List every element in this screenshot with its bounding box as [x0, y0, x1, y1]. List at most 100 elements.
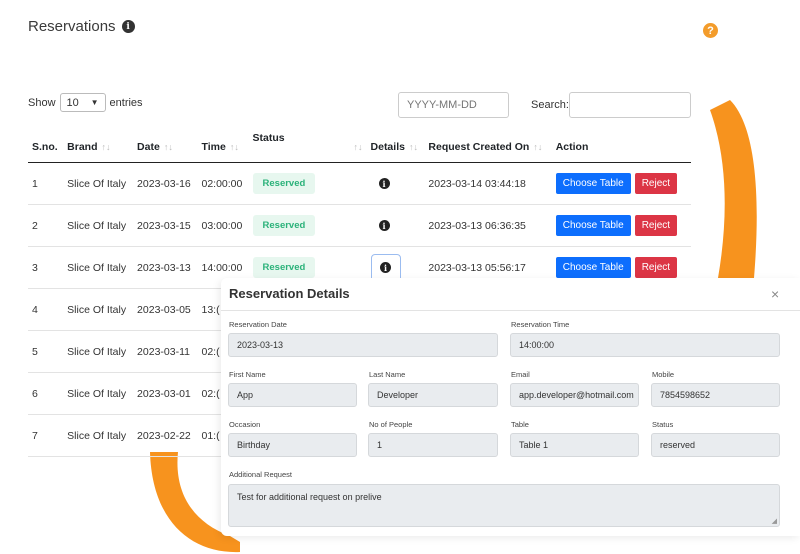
cell-sno: 7 — [28, 414, 64, 457]
mobile-field[interactable]: 7854598652 — [651, 383, 780, 407]
cell-brand: Slice Of Italy — [63, 414, 134, 457]
table-field[interactable]: Table 1 — [510, 433, 639, 457]
cell-brand: Slice Of Italy — [63, 246, 134, 289]
cell-brand: Slice Of Italy — [63, 372, 134, 415]
cell-date: 2023-03-16 — [133, 162, 198, 205]
table-row: 1 Slice Of Italy 2023-03-16 02:00:00 Res… — [28, 162, 691, 205]
cell-brand: Slice Of Italy — [63, 162, 134, 205]
column-header-time[interactable]: Time ↑↓ — [197, 132, 249, 163]
people-label: No of People — [369, 420, 413, 429]
choose-table-button[interactable]: Choose Table — [555, 257, 631, 278]
cell-created: 2023-03-14 03:44:18 — [424, 162, 552, 205]
cell-date: 2023-02-22 — [133, 414, 198, 457]
cell-details: i — [366, 162, 425, 205]
details-info-icon[interactable]: i — [378, 220, 390, 231]
choose-table-button[interactable]: Choose Table — [555, 215, 631, 236]
cell-status: Reserved — [248, 204, 367, 247]
email-field[interactable]: app.developer@hotmail.com — [510, 383, 639, 407]
choose-table-button[interactable]: Choose Table — [555, 173, 631, 194]
reservations-page: Reservations i ? Show 10 ▼ entries Searc… — [0, 0, 800, 554]
cell-time: 03:00:00 — [197, 204, 249, 247]
reject-button[interactable]: Reject — [634, 173, 678, 194]
additional-request-label: Additional Request — [229, 470, 292, 479]
status-badge: Reserved — [252, 215, 316, 236]
reservation-details-modal: Reservation Details × Reservation Date 2… — [221, 278, 800, 536]
table-header-row: S.no. Brand ↑↓ Date ↑↓ Time ↑↓ Status ↑↓ Det… — [28, 132, 691, 163]
date-filter-input[interactable] — [398, 92, 509, 118]
cell-time: 02:00:00 — [197, 162, 249, 205]
cell-action: Choose Table Reject — [551, 204, 691, 247]
search-label: Search: — [531, 99, 569, 111]
cell-created: 2023-03-13 06:36:35 — [424, 204, 552, 247]
cell-status: Reserved — [248, 162, 367, 205]
first-name-label: First Name — [229, 370, 266, 379]
status-badge: Reserved — [252, 257, 316, 278]
table-label: Table — [511, 420, 529, 429]
occasion-label: Occasion — [229, 420, 261, 429]
reservation-time-field[interactable]: 14:00:00 — [510, 333, 780, 357]
sort-icon: ↑↓ — [229, 142, 239, 152]
last-name-field[interactable]: Developer — [368, 383, 498, 407]
close-icon[interactable]: × — [771, 286, 779, 302]
sort-icon: ↑↓ — [533, 142, 543, 152]
sort-icon: ↑↓ — [163, 142, 173, 152]
mobile-label: Mobile — [652, 370, 675, 379]
help-icon[interactable]: ? — [703, 23, 718, 38]
cell-sno: 1 — [28, 162, 64, 205]
modal-divider — [221, 310, 800, 311]
column-header-status[interactable]: Status ↑↓ — [248, 132, 367, 163]
status-label: Status — [652, 420, 674, 429]
cell-date: 2023-03-05 — [133, 288, 198, 331]
decorative-orange-shape — [710, 100, 757, 278]
modal-title: Reservation Details — [229, 286, 350, 301]
info-icon[interactable]: i — [121, 20, 135, 33]
column-header-action: Action — [551, 132, 691, 163]
resize-handle-icon[interactable]: ◢ — [772, 517, 777, 525]
reject-button[interactable]: Reject — [634, 257, 678, 278]
page-header: Reservations i — [28, 18, 135, 35]
entries-value: 10 — [66, 96, 79, 109]
sort-icon: ↑↓ — [408, 142, 418, 152]
reservation-date-label: Reservation Date — [229, 320, 287, 329]
column-header-created[interactable]: Request Created On ↑↓ — [424, 132, 552, 163]
cell-action: Choose Table Reject — [551, 162, 691, 205]
additional-request-text: Test for additional request on prelive — [237, 492, 382, 502]
search-input[interactable] — [569, 92, 691, 118]
column-header-brand[interactable]: Brand ↑↓ — [63, 132, 134, 163]
details-info-icon[interactable]: i — [378, 178, 390, 189]
status-field[interactable]: reserved — [651, 433, 780, 457]
column-header-date[interactable]: Date ↑↓ — [133, 132, 198, 163]
reservation-time-label: Reservation Time — [511, 320, 570, 329]
details-info-icon: i — [380, 262, 392, 273]
entries-select[interactable]: 10 ▼ — [59, 93, 106, 112]
table-row: 2 Slice Of Italy 2023-03-15 03:00:00 Res… — [28, 204, 691, 247]
cell-brand: Slice Of Italy — [63, 204, 134, 247]
cell-brand: Slice Of Italy — [63, 288, 134, 331]
cell-sno: 6 — [28, 372, 64, 415]
cell-brand: Slice Of Italy — [63, 330, 134, 373]
sort-icon: ↑↓ — [101, 142, 111, 152]
cell-sno: 3 — [28, 246, 64, 289]
show-label: Show — [28, 96, 56, 109]
occasion-field[interactable]: Birthday — [228, 433, 357, 457]
page-title: Reservations — [28, 18, 116, 35]
sort-icon: ↑↓ — [353, 142, 363, 152]
column-header-details[interactable]: Details ↑↓ — [366, 132, 425, 163]
email-label: Email — [511, 370, 530, 379]
chevron-down-icon: ▼ — [90, 98, 99, 107]
column-header-sno[interactable]: S.no. — [28, 132, 64, 163]
last-name-label: Last Name — [369, 370, 406, 379]
additional-request-textarea[interactable]: Test for additional request on prelive ◢ — [228, 484, 780, 527]
cell-date: 2023-03-11 — [133, 330, 198, 373]
first-name-field[interactable]: App — [228, 383, 357, 407]
cell-date: 2023-03-15 — [133, 204, 198, 247]
status-badge: Reserved — [252, 173, 316, 194]
entries-label: entries — [109, 96, 143, 109]
reservation-date-field[interactable]: 2023-03-13 — [228, 333, 498, 357]
cell-date: 2023-03-01 — [133, 372, 198, 415]
cell-date: 2023-03-13 — [133, 246, 198, 289]
people-field[interactable]: 1 — [368, 433, 498, 457]
cell-details: i — [366, 204, 425, 247]
reject-button[interactable]: Reject — [634, 215, 678, 236]
cell-sno: 4 — [28, 288, 64, 331]
